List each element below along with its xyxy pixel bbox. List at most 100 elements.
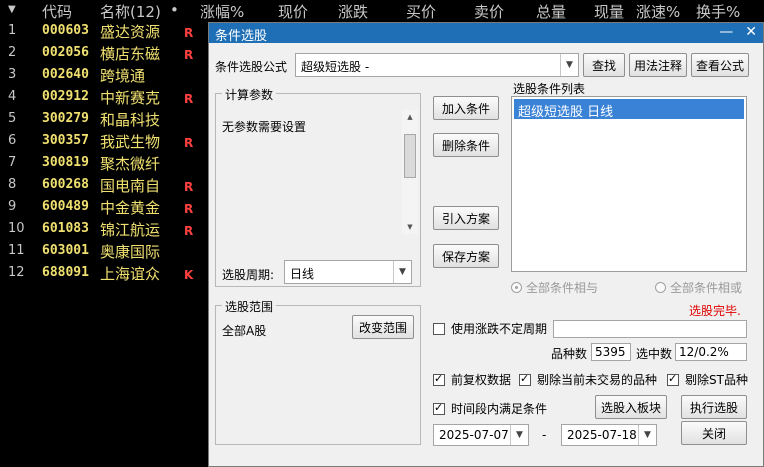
save-plan-button[interactable]: 保存方案 <box>433 244 499 268</box>
stock-code: 300357 <box>42 133 89 148</box>
stock-code: 300279 <box>42 111 89 126</box>
params-group: 计算参数 无参数需要设置 ▲ ▼ 选股周期: 日线 ▼ <box>215 86 421 287</box>
params-scrollbar[interactable]: ▲ ▼ <box>402 110 418 234</box>
row-index: 12 <box>8 265 25 280</box>
stock-code: 300819 <box>42 155 89 170</box>
col-turnover[interactable]: 换手% <box>696 1 740 22</box>
col-change[interactable]: 涨跌 <box>338 1 368 22</box>
conditions-list[interactable]: 超级短选股 日线 <box>511 96 747 272</box>
radio-dot[interactable] <box>511 282 522 293</box>
close-button[interactable]: 关闭 <box>681 421 747 445</box>
period-field[interactable] <box>553 320 747 338</box>
in-period-label: 时间段内满足条件 <box>451 402 548 416</box>
add-condition-button[interactable]: 加入条件 <box>433 96 499 120</box>
col-dot: • <box>170 1 179 19</box>
view-formula-button[interactable]: 查看公式 <box>691 53 749 77</box>
close-icon[interactable]: ✕ <box>745 24 757 40</box>
range-group: 选股范围 全部A股 改变范围 <box>215 298 421 445</box>
stock-code: 002640 <box>42 67 89 82</box>
scroll-down-icon[interactable]: ▼ <box>402 220 418 234</box>
scroll-up-icon[interactable]: ▲ <box>402 110 418 124</box>
col-price[interactable]: 现价 <box>278 1 308 22</box>
margin-flag: R <box>184 48 194 62</box>
checkbox-box[interactable] <box>667 372 679 386</box>
formula-label: 条件选股公式 <box>215 60 288 74</box>
range-group-title: 选股范围 <box>222 298 277 315</box>
margin-flag: R <box>184 26 194 40</box>
forward-adjust-checkbox[interactable]: 前复权数据 <box>433 371 511 388</box>
date-separator: - <box>542 428 547 442</box>
to-block-button[interactable]: 选股入板块 <box>595 395 667 419</box>
col-last-volume[interactable]: 现量 <box>594 1 624 22</box>
stock-code: 688091 <box>42 265 89 280</box>
chevron-down-icon[interactable]: ▼ <box>560 54 578 76</box>
checkbox-box[interactable] <box>433 401 445 415</box>
chevron-down-icon[interactable]: ▼ <box>8 4 16 15</box>
col-speed[interactable]: 涨速% <box>636 1 680 22</box>
change-range-button[interactable]: 改变范围 <box>352 315 414 339</box>
radio-or-label: 全部条件相或 <box>670 281 743 295</box>
chevron-down-icon[interactable]: ▼ <box>638 425 656 445</box>
checkbox-box[interactable] <box>433 372 445 386</box>
chevron-down-icon[interactable]: ▼ <box>510 425 528 445</box>
date-from-select[interactable]: 2025-07-07 ▼ <box>433 424 529 446</box>
dialog-title-bar[interactable]: 条件选股 — ✕ <box>209 23 763 44</box>
row-index: 1 <box>8 23 17 38</box>
scroll-thumb[interactable] <box>404 134 416 178</box>
radio-dot[interactable] <box>655 282 666 293</box>
table-header: ▼ 代码 名称(12) • 涨幅% 现价 涨跌 买价 卖价 总量 现量 涨速% … <box>0 0 764 22</box>
selected-value: 12/0.2% <box>679 345 729 359</box>
date-to-select[interactable]: 2025-07-18 ▼ <box>561 424 657 446</box>
row-index: 5 <box>8 111 17 126</box>
radio-and[interactable]: 全部条件相与 <box>511 279 598 296</box>
stock-screener-dialog: 条件选股 — ✕ 条件选股公式 超级短选股 - ▼ 查找 用法注释 查看公式 计… <box>208 22 764 467</box>
exclude-untraded-label: 剔除当前未交易的品种 <box>537 373 658 387</box>
stock-code: 000603 <box>42 23 89 38</box>
period-select[interactable]: 日线 ▼ <box>284 260 412 284</box>
stock-name: 盛达资源 <box>100 23 161 41</box>
import-plan-button[interactable]: 引入方案 <box>433 206 499 230</box>
in-period-checkbox[interactable]: 时间段内满足条件 <box>433 400 547 417</box>
count-value: 5395 <box>595 345 626 359</box>
use-period-checkbox[interactable]: 使用涨跌不定周期 <box>433 320 547 337</box>
row-index: 10 <box>8 221 25 236</box>
margin-flag: R <box>184 224 194 238</box>
selected-field: 12/0.2% <box>675 343 747 361</box>
list-item[interactable]: 超级短选股 日线 <box>514 99 744 120</box>
count-label: 品种数 <box>551 347 588 361</box>
usage-notes-button[interactable]: 用法注释 <box>629 53 687 77</box>
radio-and-label: 全部条件相与 <box>526 281 599 295</box>
row-index: 4 <box>8 89 17 104</box>
row-index: 3 <box>8 67 17 82</box>
chevron-down-icon[interactable]: ▼ <box>393 261 411 283</box>
col-ask[interactable]: 卖价 <box>474 1 504 22</box>
exclude-st-label: 剔除ST品种 <box>685 373 748 387</box>
col-change-pct[interactable]: 涨幅% <box>200 1 244 22</box>
execute-button[interactable]: 执行选股 <box>681 395 747 419</box>
params-text: 无参数需要设置 <box>222 120 307 134</box>
period-label: 选股周期: <box>222 268 275 282</box>
minimize-icon[interactable]: — <box>719 24 733 40</box>
radio-or[interactable]: 全部条件相或 <box>655 279 742 296</box>
col-bid[interactable]: 买价 <box>406 1 436 22</box>
stock-name: 奥康国际 <box>100 243 161 261</box>
col-volume[interactable]: 总量 <box>536 1 566 22</box>
checkbox-box[interactable] <box>519 372 531 386</box>
col-code[interactable]: 代码 <box>42 1 72 22</box>
margin-flag: R <box>184 180 194 194</box>
delete-condition-button[interactable]: 删除条件 <box>433 133 499 157</box>
formula-select[interactable]: 超级短选股 - ▼ <box>295 53 579 77</box>
checkbox-box[interactable] <box>433 323 445 335</box>
margin-flag: R <box>184 136 194 150</box>
exclude-untraded-checkbox[interactable]: 剔除当前未交易的品种 <box>519 371 657 388</box>
status-text: 选股完毕. <box>689 304 741 318</box>
col-name[interactable]: 名称(12) <box>100 1 161 22</box>
row-index: 8 <box>8 177 17 192</box>
find-button[interactable]: 查找 <box>583 53 625 77</box>
params-group-title: 计算参数 <box>222 86 277 103</box>
stock-code: 601083 <box>42 221 89 236</box>
period-value: 日线 <box>290 267 315 281</box>
stock-name: 横店东磁 <box>100 45 161 63</box>
row-index: 2 <box>8 45 17 60</box>
exclude-st-checkbox[interactable]: 剔除ST品种 <box>667 371 748 388</box>
